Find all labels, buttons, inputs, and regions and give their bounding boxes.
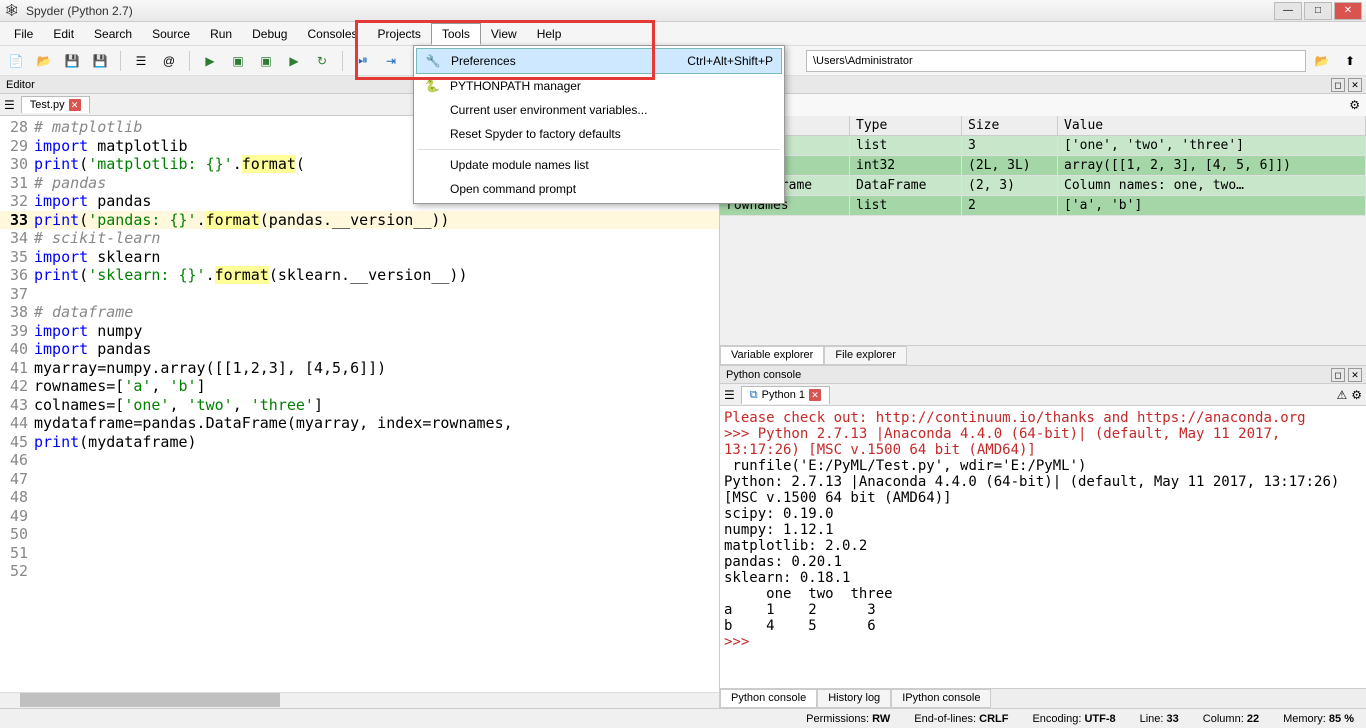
gear-icon[interactable]: ⚙ (1351, 388, 1362, 402)
window-title: Spyder (Python 2.7) (26, 4, 1274, 18)
code-line[interactable]: 33print('pandas: {}'.format(pandas.__ver… (0, 211, 719, 230)
maximize-button[interactable]: □ (1304, 2, 1332, 20)
close-pane-icon[interactable]: ✕ (1348, 368, 1362, 382)
tab-close-icon[interactable]: ✕ (69, 99, 81, 111)
undock-icon[interactable]: ◻ (1331, 78, 1345, 92)
tab-list-icon[interactable]: ☰ (4, 98, 15, 112)
tab-close-icon[interactable]: ✕ (809, 389, 821, 401)
console-title: Python console ◻✕ (720, 366, 1366, 384)
tab-history-log[interactable]: History log (817, 689, 891, 708)
minimize-button[interactable]: — (1274, 2, 1302, 20)
tab-variable-explorer[interactable]: Variable explorer (720, 346, 824, 365)
menu-help[interactable]: Help (527, 24, 572, 44)
code-line[interactable]: 40import pandas (0, 340, 719, 359)
run-cell-advance-icon[interactable]: ▣ (254, 49, 278, 73)
statusbar: Permissions: RW End-of-lines: CRLF Encod… (0, 708, 1366, 728)
tab-file-explorer[interactable]: File explorer (824, 346, 907, 365)
titlebar: 🕸 Spyder (Python 2.7) — □ ✕ (0, 0, 1366, 22)
var-row[interactable]: ameslist3['one', 'two', 'three'] (720, 136, 1366, 156)
code-line[interactable]: 34# scikit-learn (0, 229, 719, 248)
browse-dir-icon[interactable]: 📂 (1310, 49, 1334, 73)
console-output[interactable]: Please check out: http://continuum.io/th… (720, 406, 1366, 688)
code-line[interactable]: 48 (0, 488, 719, 507)
app-icon: 🕸 (4, 3, 20, 19)
editor-tab[interactable]: Test.py ✕ (21, 96, 90, 113)
menu-reset[interactable]: Reset Spyder to factory defaults (416, 122, 782, 146)
tab-list-icon[interactable]: ☰ (724, 388, 735, 402)
rerun-icon[interactable]: ↻ (310, 49, 334, 73)
code-line[interactable]: 42rownames=['a', 'b'] (0, 377, 719, 396)
undock-icon[interactable]: ◻ (1331, 368, 1345, 382)
variable-explorer-title: explorer ◻✕ (720, 76, 1366, 94)
console-tab[interactable]: ⧉ Python 1 ✕ (741, 386, 830, 404)
menu-debug[interactable]: Debug (242, 24, 297, 44)
menu-run[interactable]: Run (200, 24, 242, 44)
step-icon[interactable]: ⇥ (379, 49, 403, 73)
menu-search[interactable]: Search (84, 24, 142, 44)
code-line[interactable]: 52 (0, 562, 719, 581)
function-icon[interactable]: @ (157, 49, 181, 73)
menu-consoles[interactable]: Consoles (297, 24, 367, 44)
code-line[interactable]: 35import sklearn (0, 248, 719, 267)
code-line[interactable]: 43colnames=['one', 'two', 'three'] (0, 396, 719, 415)
code-line[interactable]: 37 (0, 285, 719, 304)
editor-scrollbar[interactable] (0, 692, 719, 708)
wrench-icon: 🔧 (425, 53, 441, 69)
working-dir-path[interactable]: \Users\Administrator (806, 50, 1306, 72)
warning-icon[interactable]: ⚠ (1336, 388, 1347, 402)
code-line[interactable]: 44mydataframe=pandas.DataFrame(myarray, … (0, 414, 719, 433)
run-selection-icon[interactable]: ▶ (282, 49, 306, 73)
tab-ipython-console[interactable]: IPython console (891, 689, 991, 708)
new-file-icon[interactable]: 📄 (4, 49, 28, 73)
code-line[interactable]: 46 (0, 451, 719, 470)
code-line[interactable]: 51 (0, 544, 719, 563)
tools-dropdown: 🔧 Preferences Ctrl+Alt+Shift+P 🐍 PYTHONP… (413, 45, 785, 204)
var-table-header: Name Type Size Value (720, 116, 1366, 136)
python-icon: 🐍 (424, 78, 440, 94)
var-row[interactable]: myarrayint32(2L, 3L)array([[1, 2, 3], [4… (720, 156, 1366, 176)
menu-tools[interactable]: Tools (431, 23, 481, 45)
debug-icon[interactable]: ⏯ (351, 49, 375, 73)
code-line[interactable]: 38# dataframe (0, 303, 719, 322)
menu-projects[interactable]: Projects (368, 24, 431, 44)
var-row[interactable]: rownameslist2['a', 'b'] (720, 196, 1366, 216)
code-line[interactable]: 50 (0, 525, 719, 544)
close-pane-icon[interactable]: ✕ (1348, 78, 1362, 92)
parent-dir-icon[interactable]: ⬆ (1338, 49, 1362, 73)
run-cell-icon[interactable]: ▣ (226, 49, 250, 73)
code-line[interactable]: 45print(mydataframe) (0, 433, 719, 452)
code-line[interactable]: 49 (0, 507, 719, 526)
menu-cmd-prompt[interactable]: Open command prompt (416, 177, 782, 201)
menu-file[interactable]: File (4, 24, 43, 44)
shortcut-label: Ctrl+Alt+Shift+P (687, 54, 773, 68)
list-icon[interactable]: ☰ (129, 49, 153, 73)
code-line[interactable]: 39import numpy (0, 322, 719, 341)
gear-icon[interactable]: ⚙ (1349, 98, 1360, 112)
menu-pythonpath[interactable]: 🐍 PYTHONPATH manager (416, 74, 782, 98)
code-line[interactable]: 36print('sklearn: {}'.format(sklearn.__v… (0, 266, 719, 285)
menu-update-modules[interactable]: Update module names list (416, 153, 782, 177)
menu-env-vars[interactable]: Current user environment variables... (416, 98, 782, 122)
menu-edit[interactable]: Edit (43, 24, 84, 44)
code-line[interactable]: 47 (0, 470, 719, 489)
menu-preferences[interactable]: 🔧 Preferences Ctrl+Alt+Shift+P (416, 48, 782, 74)
tab-python-console[interactable]: Python console (720, 689, 817, 708)
tab-label: Test.py (30, 99, 65, 111)
save-icon[interactable]: 💾 (60, 49, 84, 73)
run-icon[interactable]: ▶ (198, 49, 222, 73)
console-tab-label: Python 1 (762, 389, 805, 401)
menubar: FileEditSearchSourceRunDebugConsolesProj… (0, 22, 1366, 46)
open-file-icon[interactable]: 📂 (32, 49, 56, 73)
close-button[interactable]: ✕ (1334, 2, 1362, 20)
menu-view[interactable]: View (481, 24, 527, 44)
menu-source[interactable]: Source (142, 24, 200, 44)
var-row[interactable]: mydataframeDataFrame(2, 3)Column names: … (720, 176, 1366, 196)
code-line[interactable]: 41myarray=numpy.array([[1,2,3], [4,5,6]]… (0, 359, 719, 378)
save-all-icon[interactable]: 💾 (88, 49, 112, 73)
